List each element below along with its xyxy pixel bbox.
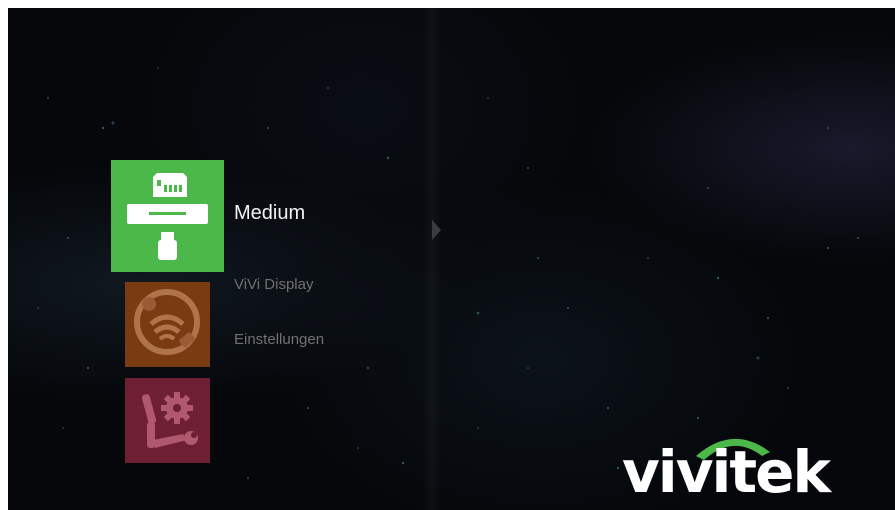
- menu-tile-medium[interactable]: [111, 160, 224, 272]
- menu-tile-einstellungen[interactable]: [125, 378, 210, 463]
- panel-divider: [423, 8, 441, 510]
- vivitek-logo: vivitek: [618, 430, 887, 502]
- divider-arrow-icon: [432, 220, 441, 240]
- settings-tools-icon: [141, 392, 198, 448]
- menu-label-einstellungen[interactable]: Einstellungen: [234, 331, 324, 348]
- menu-tile-vivi-display[interactable]: [125, 282, 210, 367]
- logo-wordmark: vivitek: [622, 438, 831, 506]
- menu-label-vivi-display[interactable]: ViVi Display: [234, 276, 313, 293]
- wireless-display-icon: [134, 289, 200, 355]
- media-storage-icon: [127, 173, 208, 260]
- menu-label-medium[interactable]: Medium: [234, 202, 305, 225]
